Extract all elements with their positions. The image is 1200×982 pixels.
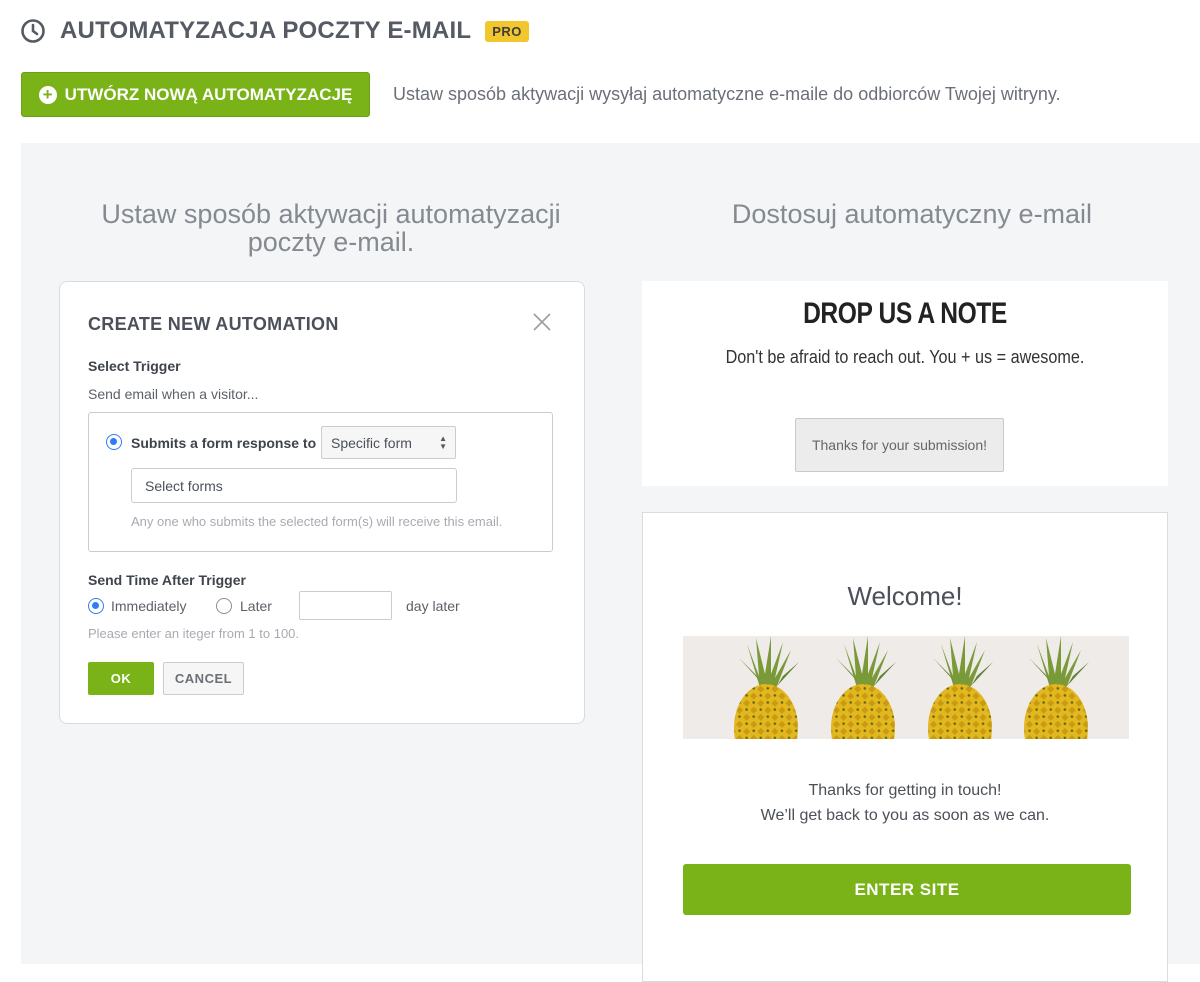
form-type-select[interactable]: Specific form ▲ ▼ [321,426,456,459]
plus-circle-icon: + [38,85,57,104]
pineapple-2 [831,636,896,739]
send-when-text: Send email when a visitor... [88,386,259,402]
trigger-radio[interactable] [106,434,122,450]
note-subtitle: Don't be afraid to reach out. You + us =… [725,347,1085,367]
trigger-section-heading: Ustaw sposób aktywacji automatyzacji poc… [60,200,602,256]
pineapple-1 [734,636,799,739]
intro-text: Ustaw sposób aktywacji wysyłaj automatyc… [393,84,1061,104]
immediately-label: Immediately [111,598,187,614]
pineapple-banner-image [683,636,1129,739]
pineapple-4 [1024,636,1089,739]
clock-icon [21,19,45,43]
pro-badge: PRO [485,20,529,42]
trigger-box: Submits a form response to Specific form… [88,412,553,552]
thanks-line2: We’ll get back to you as soon as we can. [760,807,1050,824]
select-forms-input[interactable]: Select forms [131,468,457,503]
trigger-option-label: Submits a form response to [131,435,317,451]
send-time-label: Send Time After Trigger [88,572,246,588]
form-preview-card: DROP US A NOTE Don't be afraid to reach … [642,281,1168,486]
page-title: AUTOMATYZACJA POCZTY E-MAIL [60,17,472,44]
ok-button[interactable]: OK [88,662,154,695]
later-radio[interactable] [216,598,232,614]
email-section-heading: Dostosuj automatyczny e-mail [731,199,1093,229]
enter-site-button[interactable]: ENTER SITE [683,864,1131,915]
select-arrows-icon: ▲ ▼ [439,434,447,451]
select-trigger-label: Select Trigger [88,358,181,374]
note-title: DROP US A NOTE [803,297,1007,330]
immediately-radio[interactable] [88,598,104,614]
pineapple-illustration [734,636,1089,739]
form-type-value: Specific form [331,435,412,451]
pineapple-3 [928,636,993,739]
submission-button[interactable]: Thanks for your submission! [795,418,1004,472]
welcome-heading: Welcome! [847,581,963,611]
dialog-title: CREATE NEW AUTOMATION [88,314,339,334]
trigger-heading-line2: poczty e-mail. [247,227,415,257]
create-automation-label: UTWÓRZ NOWĄ AUTOMATYZACJĘ [64,84,353,104]
later-label: Later [240,598,272,614]
close-icon[interactable] [532,312,552,332]
thanks-line1: Thanks for getting in touch! [808,782,1002,799]
create-automation-button[interactable]: + UTWÓRZ NOWĄ AUTOMATYZACJĘ [21,72,370,117]
days-suffix-label: day later [406,598,460,614]
create-automation-dialog: CREATE NEW AUTOMATION Select Trigger Sen… [59,281,585,724]
email-preview-card: Welcome! Thanks for getting in touch! We… [642,512,1168,982]
page-header: AUTOMATYZACJA POCZTY E-MAIL PRO [20,16,529,46]
trigger-hint: Any one who submits the selected form(s)… [131,514,503,529]
cancel-button[interactable]: CANCEL [163,662,244,695]
integer-hint: Please enter an iteger from 1 to 100. [88,626,300,641]
thanks-message: Thanks for getting in touch! We’ll get b… [643,778,1167,828]
days-later-input[interactable] [299,591,392,620]
trigger-heading-line1: Ustaw sposób aktywacji automatyzacji [101,199,561,229]
